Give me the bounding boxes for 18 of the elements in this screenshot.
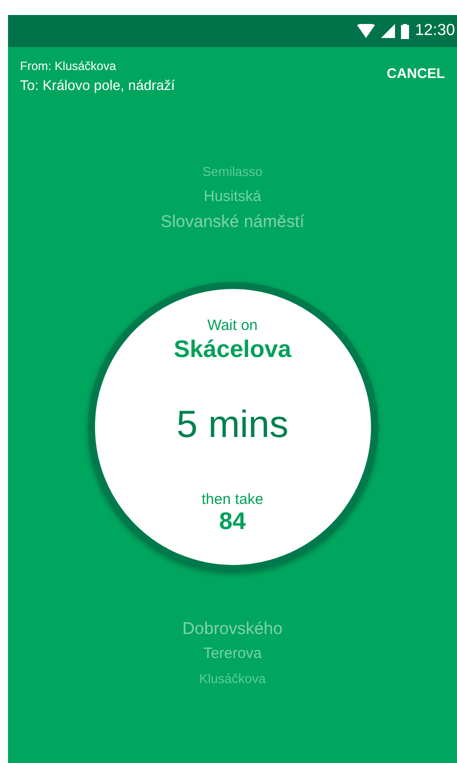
then-label: then take (202, 491, 264, 508)
route-to: To: Královo pole, nádraží (20, 77, 175, 93)
battery-icon (400, 24, 409, 38)
signal-icon (380, 24, 395, 38)
stop-name: Slovanské náměstí (160, 211, 304, 233)
wait-label: Wait on (207, 317, 258, 334)
status-time: 12:30 (414, 22, 455, 40)
current-stop-name: Skácelova (174, 336, 292, 364)
stop-name: Klusáčkova (199, 670, 266, 688)
line-number: 84 (219, 508, 246, 536)
wait-time: 5 mins (176, 404, 288, 447)
stop-name: Husitská (204, 187, 262, 207)
stop-name: Semilasso (202, 163, 262, 181)
stop-name: Dobrovského (182, 618, 283, 640)
stop-name: Tererova (203, 644, 262, 664)
wifi-icon (356, 24, 375, 38)
route-from: From: Klusáčkova (20, 59, 118, 73)
cancel-button[interactable]: CANCEL (386, 59, 445, 81)
